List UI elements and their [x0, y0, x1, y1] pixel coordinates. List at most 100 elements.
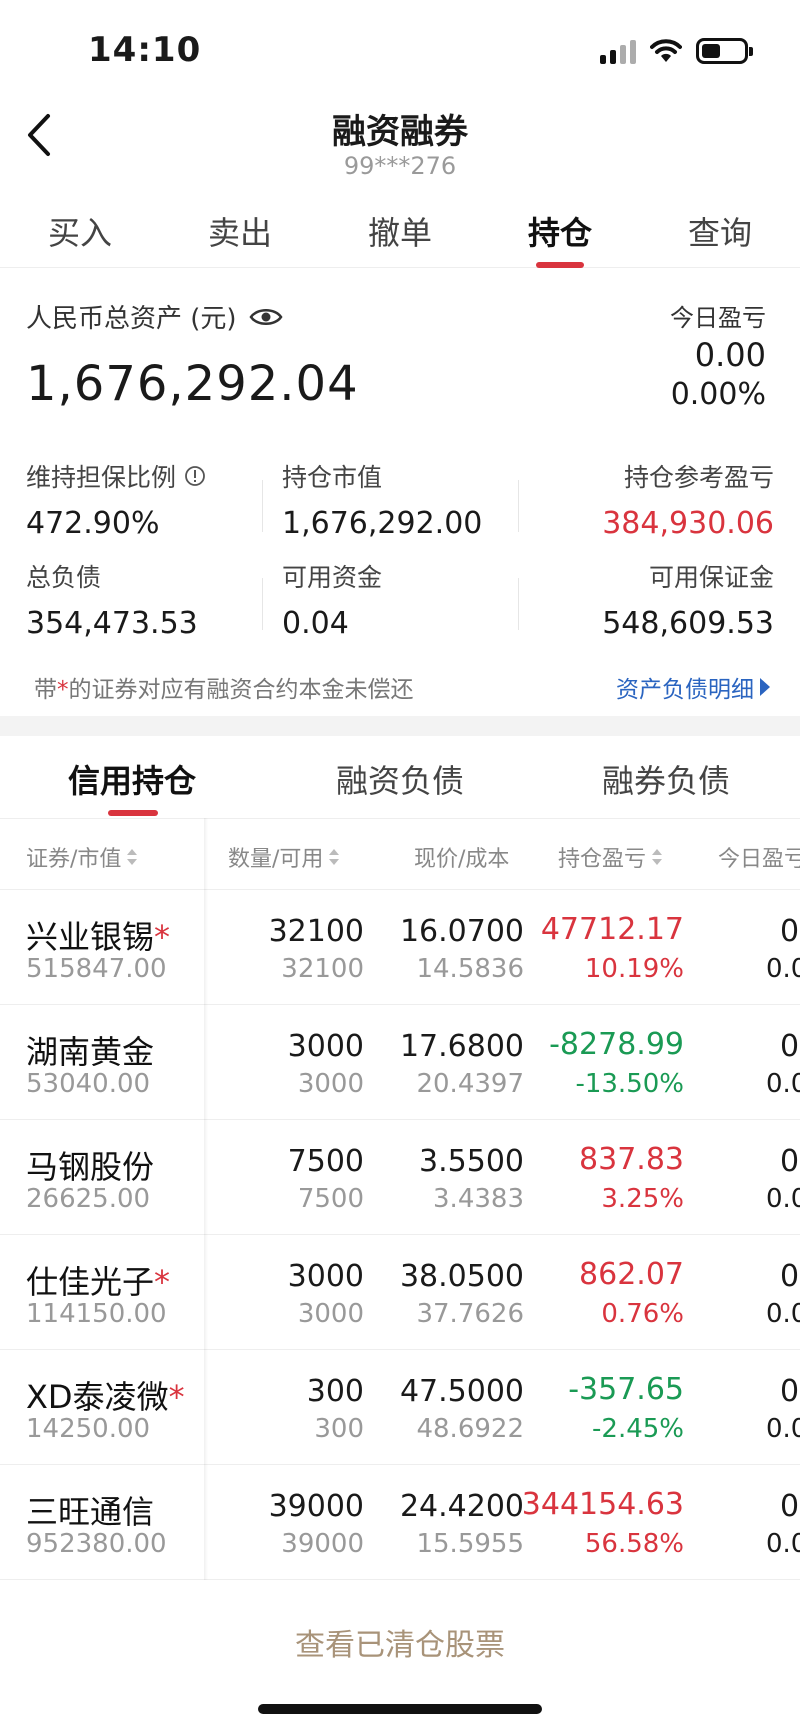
sort-icon[interactable] — [652, 849, 663, 865]
note-star: * — [57, 677, 69, 703]
sort-icon[interactable] — [329, 849, 340, 865]
today-pnl-percent: 0.00% — [670, 377, 766, 412]
battery-icon — [696, 38, 753, 64]
today-pnl: 0 — [780, 1144, 800, 1179]
metric-value: 472.90% — [26, 506, 160, 541]
metric-maintenance-ratio[interactable]: 维持担保比例 472.90% — [26, 458, 206, 541]
status-bar: 14:10 — [0, 0, 800, 100]
available-quantity: 39000 — [281, 1529, 364, 1559]
eye-icon[interactable] — [249, 306, 283, 328]
today-pnl-percent: 0.0 — [766, 1184, 800, 1214]
market-value: 952380.00 — [26, 1529, 167, 1559]
market-value: 515847.00 — [26, 954, 167, 984]
metric-label: 可用资金 — [282, 563, 383, 592]
tab-query[interactable]: 查询 — [660, 208, 780, 254]
quantity: 300 — [306, 1374, 364, 1409]
table-row[interactable]: XD泰凌微* 14250.00 300 300 47.5000 48.6922 … — [0, 1350, 800, 1465]
cost-price: 3.4383 — [433, 1184, 524, 1214]
available-quantity: 3000 — [297, 1299, 364, 1329]
metric-label: 可用保证金 — [648, 563, 774, 592]
table-row[interactable]: 湖南黄金 53040.00 3000 3000 17.6800 20.4397 … — [0, 1005, 800, 1120]
available-quantity: 300 — [314, 1414, 364, 1444]
position-pnl: 837.83 — [579, 1142, 684, 1177]
security-name: 马钢股份 — [26, 1148, 155, 1186]
position-pnl-percent: 56.58% — [584, 1529, 684, 1559]
info-icon[interactable] — [184, 465, 206, 487]
cost-price: 37.7626 — [416, 1299, 524, 1329]
available-quantity: 7500 — [297, 1184, 364, 1214]
note-text: 的证券对应有融资合约本金未偿还 — [68, 677, 414, 703]
security-name: 兴业银锡* — [26, 918, 171, 956]
market-value: 53040.00 — [26, 1069, 151, 1099]
today-pnl-value: 0.00 — [694, 336, 766, 374]
note-prefix: 带 — [34, 677, 57, 703]
tab-credit-positions[interactable]: 信用持仓 — [68, 756, 196, 802]
page-title: 融资融券 — [332, 112, 468, 152]
header-position-pnl[interactable]: 持仓盈亏 — [558, 841, 663, 873]
current-price: 3.5500 — [419, 1144, 524, 1179]
current-price: 38.0500 — [399, 1259, 524, 1294]
today-pnl-percent: 0.0 — [766, 1069, 800, 1099]
metric-label: 维持担保比例 — [26, 463, 177, 492]
metric-available-margin: 可用保证金 548,609.53 — [602, 558, 774, 641]
today-pnl-percent: 0.0 — [766, 1299, 800, 1329]
position-pnl-percent: 10.19% — [584, 954, 684, 984]
metric-value: 384,930.06 — [602, 506, 774, 541]
header-today-pnl[interactable]: 今日盈亏 — [718, 841, 800, 873]
today-pnl: 0 — [780, 1259, 800, 1294]
account-number: 99***276 — [343, 152, 457, 180]
tab-cancel[interactable]: 撤单 — [340, 208, 460, 254]
status-icons — [600, 38, 753, 64]
metric-label: 总负债 — [26, 563, 102, 592]
today-pnl-percent: 0.0 — [766, 954, 800, 984]
today-pnl-label: 今日盈亏 — [670, 304, 766, 332]
home-indicator[interactable] — [258, 1704, 542, 1714]
current-price: 24.4200 — [399, 1489, 524, 1524]
section-divider — [0, 716, 800, 736]
asset-liability-detail-link[interactable]: 资产负债明细 — [616, 670, 770, 704]
security-name: 三旺通信 — [26, 1493, 155, 1531]
view-cleared-stocks-link[interactable]: 查看已清仓股票 — [0, 1620, 800, 1664]
today-pnl: 0 — [780, 1489, 800, 1524]
tab-positions[interactable]: 持仓 — [500, 208, 620, 254]
position-pnl-percent: 3.25% — [601, 1184, 684, 1214]
tab-sell[interactable]: 卖出 — [180, 208, 300, 254]
current-price: 16.0700 — [399, 914, 524, 949]
quantity: 7500 — [287, 1144, 364, 1179]
trade-tabs: 买入 卖出 撤单 持仓 查询 — [0, 200, 800, 268]
tab-financing-liabilities[interactable]: 融资负债 — [336, 756, 464, 802]
header-quantity[interactable]: 数量/可用 — [228, 841, 340, 873]
today-pnl: 0 — [780, 1374, 800, 1409]
market-value: 26625.00 — [26, 1184, 151, 1214]
tab-buy[interactable]: 买入 — [20, 208, 140, 254]
active-subtab-indicator — [108, 810, 158, 816]
security-name: 湖南黄金 — [26, 1033, 155, 1071]
divider — [518, 578, 519, 630]
frozen-column-shadow — [204, 818, 208, 1580]
table-row[interactable]: 兴业银锡* 515847.00 32100 32100 16.0700 14.5… — [0, 890, 800, 1005]
market-value: 114150.00 — [26, 1299, 167, 1329]
position-pnl: -8278.99 — [549, 1027, 684, 1062]
divider — [262, 578, 263, 630]
table-row[interactable]: 仕佳光子* 114150.00 3000 3000 38.0500 37.762… — [0, 1235, 800, 1350]
tab-short-liabilities[interactable]: 融券负债 — [602, 756, 730, 802]
available-quantity: 32100 — [281, 954, 364, 984]
cost-price: 14.5836 — [416, 954, 524, 984]
status-time: 14:10 — [88, 30, 202, 70]
cost-price: 15.5955 — [416, 1529, 524, 1559]
metric-position-pnl: 持仓参考盈亏 384,930.06 — [602, 458, 774, 541]
header-price: 现价/成本 — [414, 847, 510, 872]
total-assets-label-text: 人民币总资产 (元) — [26, 304, 237, 334]
header-security[interactable]: 证券/市值 — [26, 841, 138, 873]
quantity: 39000 — [268, 1489, 364, 1524]
today-pnl-percent: 0.0 — [766, 1529, 800, 1559]
sort-icon[interactable] — [127, 849, 138, 865]
metric-label: 持仓市值 — [282, 463, 383, 492]
active-tab-indicator — [536, 262, 584, 268]
position-pnl: -357.65 — [568, 1372, 684, 1407]
table-row[interactable]: 三旺通信 952380.00 39000 39000 24.4200 15.59… — [0, 1465, 800, 1580]
metric-available-funds: 可用资金 0.04 — [282, 558, 382, 641]
table-row[interactable]: 马钢股份 26625.00 7500 7500 3.5500 3.4383 83… — [0, 1120, 800, 1235]
cost-price: 48.6922 — [416, 1414, 524, 1444]
security-name: 仕佳光子* — [26, 1263, 171, 1301]
